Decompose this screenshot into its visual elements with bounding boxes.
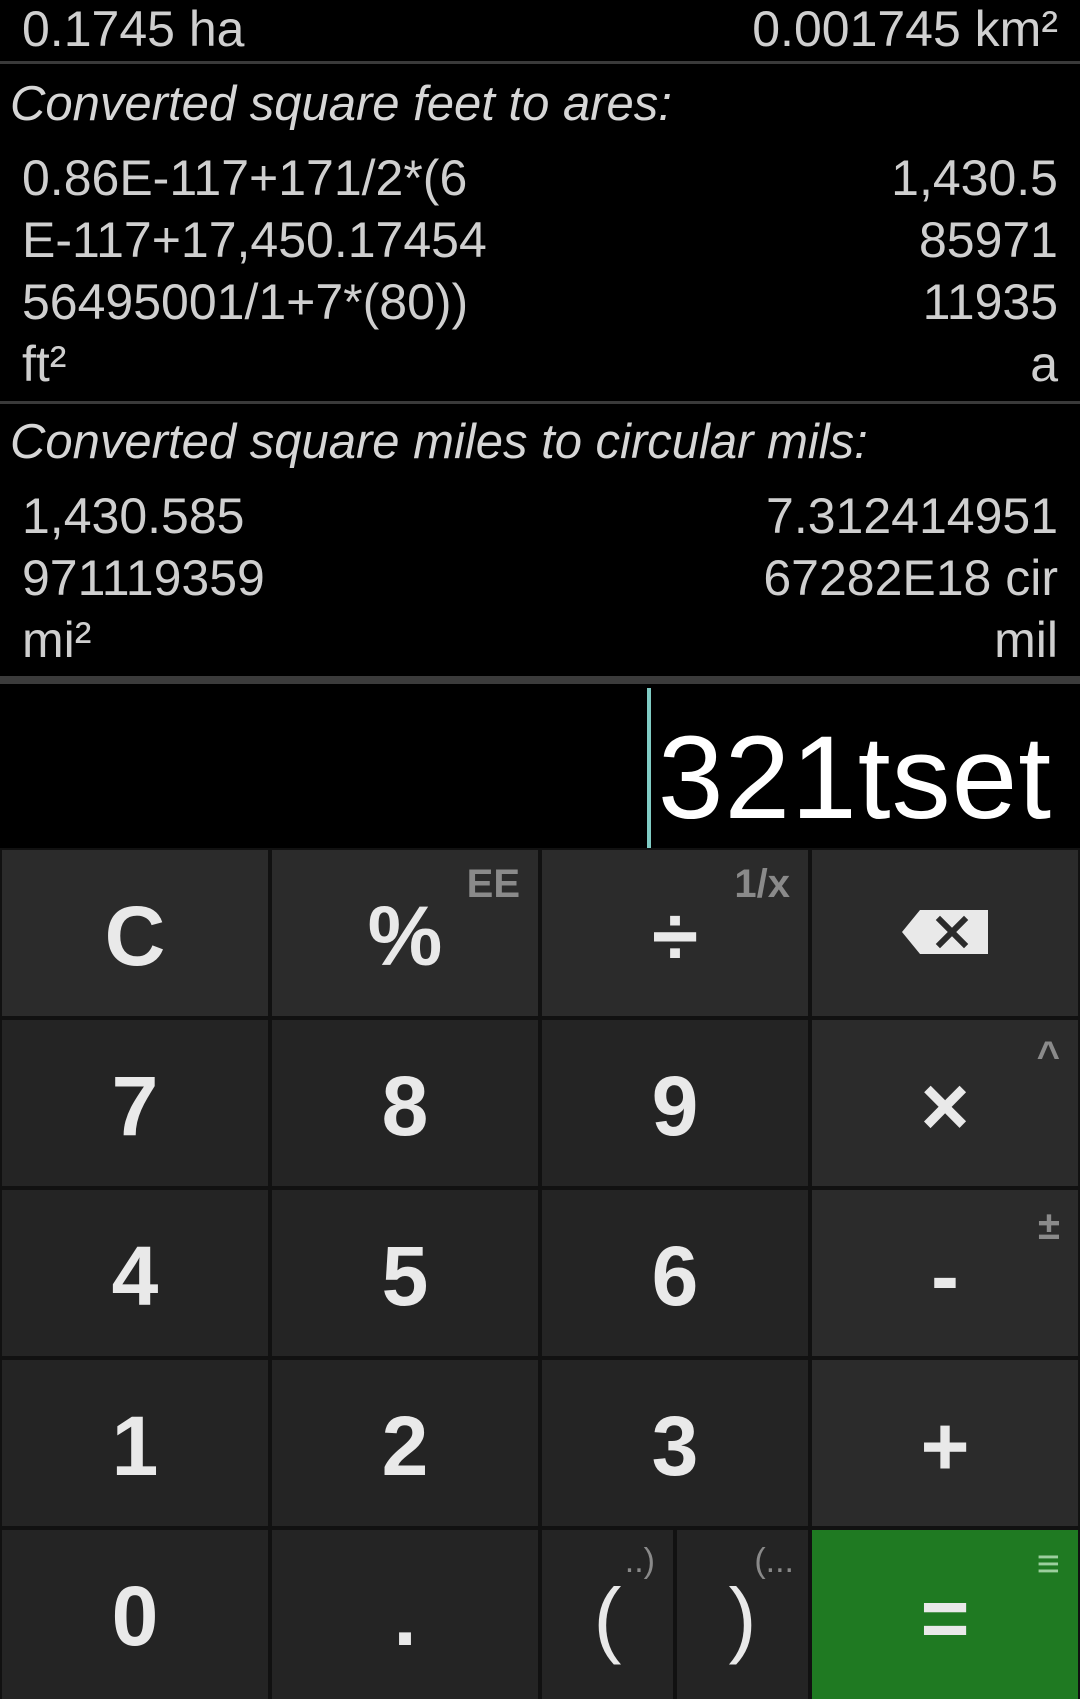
digit-0-button[interactable]: 0: [2, 1530, 268, 1699]
expression-input[interactable]: 321tset: [658, 718, 1052, 838]
digit-label: 8: [381, 1059, 429, 1153]
digit-4-button[interactable]: 4: [2, 1190, 268, 1356]
close-paren-label: ): [728, 1571, 757, 1665]
digit-8-button[interactable]: 8: [272, 1020, 538, 1186]
history-line: 0.86E-117+171/2*(6: [22, 150, 468, 206]
history-line: 67282E18 cir: [763, 550, 1058, 606]
plus-button[interactable]: +: [812, 1360, 1078, 1526]
digit-label: 0: [111, 1569, 159, 1663]
open-paren-label: (: [593, 1571, 622, 1665]
clear-label: C: [104, 889, 166, 983]
plus-minus-label: ±: [1038, 1204, 1060, 1248]
digit-label: 9: [651, 1059, 699, 1153]
minus-button[interactable]: - ±: [812, 1190, 1078, 1356]
digit-9-button[interactable]: 9: [542, 1020, 808, 1186]
digit-label: 4: [111, 1229, 159, 1323]
history-line: 7.312414951: [766, 488, 1058, 544]
close-paren-button[interactable]: ) (...: [677, 1530, 808, 1699]
history-line: E-117+17,450.17454: [22, 212, 487, 268]
decimal-point-button[interactable]: .: [272, 1530, 538, 1699]
menu-icon: ≡: [1036, 1542, 1060, 1586]
digit-6-button[interactable]: 6: [542, 1190, 808, 1356]
divide-button[interactable]: ÷ 1/x: [542, 850, 808, 1016]
history-divider: [0, 61, 1080, 64]
clear-button[interactable]: C: [2, 850, 268, 1016]
history-line: mi²: [22, 612, 92, 668]
history-line: 1,430.5: [891, 150, 1058, 206]
history-line: 971119359: [22, 550, 265, 606]
history-line: 85971: [918, 212, 1058, 268]
equals-button[interactable]: = ≡: [812, 1530, 1078, 1699]
decimal-label: .: [393, 1569, 417, 1663]
reciprocal-label: 1/x: [734, 862, 790, 906]
open-paren-alt-label: ..): [624, 1542, 655, 1580]
history-divider: [0, 401, 1080, 404]
digit-label: 2: [381, 1399, 429, 1493]
backspace-button[interactable]: [812, 850, 1078, 1016]
history-line: 56495001/1+7*(80)): [22, 274, 469, 330]
display-divider: [0, 676, 1080, 684]
digit-3-button[interactable]: 3: [542, 1360, 808, 1526]
digit-5-button[interactable]: 5: [272, 1190, 538, 1356]
open-paren-button[interactable]: ( ..): [542, 1530, 673, 1699]
history-title: Converted square miles to circular mils:: [10, 415, 868, 469]
digit-7-button[interactable]: 7: [2, 1020, 268, 1186]
digit-label: 3: [651, 1399, 699, 1493]
history-line: 11935: [922, 274, 1058, 330]
ee-label: EE: [466, 862, 520, 906]
multiply-button[interactable]: × ^: [812, 1020, 1078, 1186]
history-title: Converted square feet to ares:: [10, 77, 672, 131]
history-line: ft²: [22, 336, 67, 392]
digit-1-button[interactable]: 1: [2, 1360, 268, 1526]
backspace-icon: [902, 910, 988, 954]
history-line: mil: [994, 612, 1058, 668]
history-result: 0.001745 km²: [752, 1, 1058, 57]
percent-button[interactable]: % EE: [272, 850, 538, 1016]
history-line: a: [1030, 336, 1058, 392]
history-input: 0.1745 ha: [22, 1, 245, 57]
close-paren-alt-label: (...: [754, 1542, 794, 1580]
history-panel: 0.1745 ha 0.001745 km² Converted square …: [0, 0, 1080, 676]
digit-label: 1: [111, 1399, 159, 1493]
digit-label: 7: [111, 1059, 159, 1153]
history-line: 1,430.585: [22, 488, 245, 544]
expression-display[interactable]: 321tset: [0, 684, 1080, 848]
plus-label: +: [920, 1399, 970, 1493]
digit-2-button[interactable]: 2: [272, 1360, 538, 1526]
digit-label: 6: [651, 1229, 699, 1323]
digit-label: 5: [381, 1229, 429, 1323]
keypad: C % EE ÷ 1/x 7 8 9 × ^ 4 5 6 - ± 1 2 3 +…: [0, 848, 1080, 1699]
text-caret: [647, 688, 651, 848]
power-label: ^: [1036, 1034, 1060, 1078]
